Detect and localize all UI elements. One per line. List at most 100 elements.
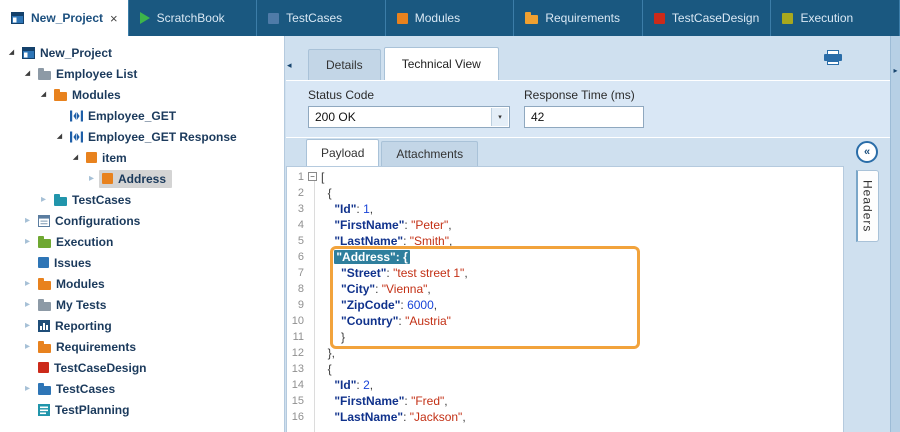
line-number: 13	[287, 361, 307, 377]
code-line: 3 "Id": 1,	[287, 201, 843, 217]
fold-column	[307, 297, 321, 313]
tab-headers[interactable]: Headers	[856, 170, 879, 242]
code-text: "Address": {	[321, 249, 410, 265]
response-time-input[interactable]	[524, 106, 644, 128]
status-code-value: 200 OK	[315, 110, 356, 124]
tree-item-issues[interactable]: Issues	[0, 252, 284, 273]
status-code-field: Status Code 200 OK ▾	[308, 88, 510, 128]
payload-section: PayloadAttachments 1−[2 {3 "Id": 1,4 "Fi…	[286, 138, 890, 432]
top-tab-label: TestCases	[286, 11, 342, 25]
tree-item-testcasedesign[interactable]: TestCaseDesign	[0, 357, 284, 378]
code-text: "Id": 2,	[321, 377, 373, 393]
fold-column	[307, 201, 321, 217]
code-line: 10 "Country": "Austria"	[287, 313, 843, 329]
top-tab-bar: New_Project × ScratchBook TestCases Modules R…	[0, 0, 900, 36]
tree-item-configurations[interactable]: ▸Configurations	[0, 210, 284, 231]
square-olive-icon	[782, 13, 793, 24]
tree-item-testcases[interactable]: ▸ TestCases	[0, 189, 284, 210]
expanded-arrow-icon[interactable]: ◢	[52, 133, 67, 140]
tree-item-label: Execution	[56, 235, 113, 249]
tree-item-requirements[interactable]: ▸ Requirements	[0, 336, 284, 357]
fold-column	[307, 185, 321, 201]
collapse-panel-icon[interactable]: ◂	[287, 60, 292, 71]
tree-item-modules[interactable]: ▸Modules	[0, 273, 284, 294]
tree-item-label: TestCases	[56, 382, 115, 396]
collapsed-arrow-icon[interactable]: ▸	[20, 384, 35, 394]
code-text: "ZipCode": 6000,	[321, 297, 437, 313]
tree-item-new-project[interactable]: ◢New_Project	[0, 42, 284, 63]
lines-teal-icon	[38, 404, 50, 416]
payload-editor[interactable]: 1−[2 {3 "Id": 1,4 "FirstName": "Peter",5…	[286, 166, 844, 432]
expanded-arrow-icon[interactable]: ◢	[4, 49, 19, 56]
tree-item-testplanning[interactable]: TestPlanning	[0, 399, 284, 420]
code-line: 11 }	[287, 329, 843, 345]
line-number: 9	[287, 297, 307, 313]
top-tab-modules[interactable]: Modules	[386, 0, 515, 36]
top-tab-label: New_Project	[31, 11, 103, 25]
collapsed-arrow-icon[interactable]: ▸	[20, 342, 35, 352]
tree-item-employee-get[interactable]: Employee_GET	[0, 105, 284, 126]
code-text: [	[321, 169, 324, 185]
main-panel: ◂ DetailsTechnical View Status Code 200 …	[286, 36, 890, 432]
collapsed-arrow-icon[interactable]: ▸	[20, 237, 35, 247]
tab-payload[interactable]: Payload	[306, 139, 379, 166]
top-tab-new_project[interactable]: New_Project ×	[0, 0, 129, 36]
tree-item-label: TestCases	[72, 193, 131, 207]
fold-toggle-icon[interactable]: −	[308, 172, 317, 181]
tree-item-employee-list[interactable]: ◢Employee List	[0, 63, 284, 84]
square-orange-icon	[86, 152, 97, 163]
play-green-icon	[140, 12, 150, 24]
collapsed-arrow-icon[interactable]: ▸	[20, 300, 35, 310]
tree-item-modules[interactable]: ◢Modules	[0, 84, 284, 105]
tree-item-reporting[interactable]: ▸Reporting	[0, 315, 284, 336]
line-number: 5	[287, 233, 307, 249]
expanded-arrow-icon[interactable]: ◢	[68, 154, 83, 161]
module-icon	[70, 110, 83, 122]
tab-details[interactable]: Details	[308, 49, 381, 80]
tree-node: Address	[99, 170, 172, 188]
collapsed-arrow-icon[interactable]: ▸	[20, 216, 35, 226]
dropdown-arrow-icon[interactable]: ▾	[491, 108, 508, 126]
tree-node: My Tests	[35, 296, 112, 314]
fold-column	[307, 233, 321, 249]
folder-amber-icon	[525, 15, 538, 24]
print-button[interactable]	[824, 50, 842, 65]
top-tab-requirements[interactable]: Requirements	[514, 0, 643, 36]
expand-right-icon[interactable]: ▸	[891, 66, 900, 75]
top-tab-testcases[interactable]: TestCases	[257, 0, 386, 36]
collapsed-arrow-icon[interactable]: ▸	[20, 279, 35, 289]
config-icon	[38, 215, 50, 227]
tab-attachments[interactable]: Attachments	[381, 141, 478, 166]
code-text: },	[321, 345, 335, 361]
status-code-combobox[interactable]: 200 OK ▾	[308, 106, 510, 128]
code-line: 5 "LastName": "Smith",	[287, 233, 843, 249]
top-tab-execution[interactable]: Execution	[771, 0, 900, 36]
tree-item-execution[interactable]: ▸ Execution	[0, 231, 284, 252]
top-tab-scratchbook[interactable]: ScratchBook	[129, 0, 258, 36]
square-steel-icon	[268, 13, 279, 24]
fold-column: −	[307, 169, 321, 185]
tree-item-address[interactable]: ▸Address	[0, 168, 284, 189]
tab-technical-view[interactable]: Technical View	[384, 47, 499, 80]
expanded-arrow-icon[interactable]: ◢	[20, 70, 35, 77]
tree-item-label: Requirements	[56, 340, 136, 354]
tree-item-item[interactable]: ◢item	[0, 147, 284, 168]
top-tab-label: Modules	[415, 11, 460, 25]
code-text: "LastName": "Smith",	[321, 233, 452, 249]
collapsed-arrow-icon[interactable]: ▸	[84, 174, 99, 184]
collapsed-arrow-icon[interactable]: ▸	[36, 195, 51, 205]
tree-item-employee-get-response[interactable]: ◢Employee_GET Response	[0, 126, 284, 147]
top-tab-testcasedesign[interactable]: TestCaseDesign	[643, 0, 772, 36]
fold-column	[307, 393, 321, 409]
expand-headers-button[interactable]: «	[856, 141, 878, 163]
expanded-arrow-icon[interactable]: ◢	[36, 91, 51, 98]
tree-item-label: Employee_GET	[88, 109, 176, 123]
tree-item-my-tests[interactable]: ▸My Tests	[0, 294, 284, 315]
line-number: 6	[287, 249, 307, 265]
tree-node: Requirements	[35, 338, 142, 356]
folder-orange-icon	[38, 344, 51, 353]
tree-item-testcases[interactable]: ▸ TestCases	[0, 378, 284, 399]
close-tab-icon[interactable]: ×	[110, 11, 118, 26]
collapsed-arrow-icon[interactable]: ▸	[20, 321, 35, 331]
right-rail: « Headers	[844, 138, 890, 432]
